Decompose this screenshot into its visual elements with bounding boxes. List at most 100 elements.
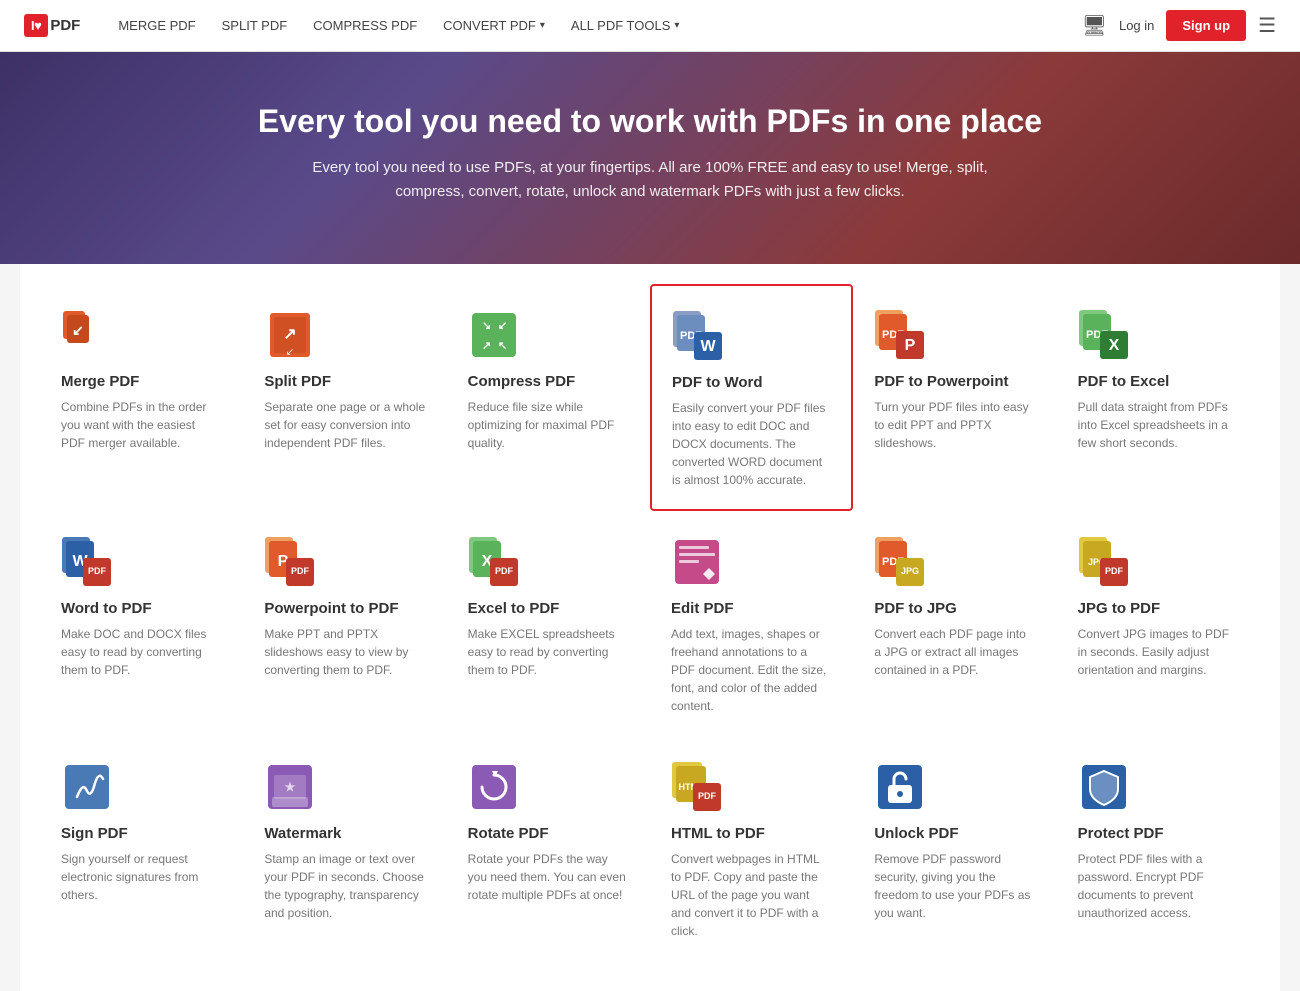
nav-item-compress[interactable]: COMPRESS PDF <box>303 12 427 39</box>
tool-desc-html-to-pdf: Convert webpages in HTML to PDF. Copy an… <box>671 850 832 940</box>
svg-text:↗: ↗ <box>284 326 297 343</box>
nav-link-split[interactable]: SPLIT PDF <box>212 12 298 39</box>
tool-icon-html-to-pdf: HTML PDF <box>671 761 723 813</box>
tool-name-sign-pdf: Sign PDF <box>61 825 222 842</box>
hamburger-icon[interactable]: ☰ <box>1258 13 1276 38</box>
tool-icon-split-pdf: ↗ ↙ <box>264 309 316 361</box>
hero-subtitle: Every tool you need to use PDFs, at your… <box>300 156 1000 204</box>
tool-card-pdf-to-excel[interactable]: PDF X PDF to ExcelPull data straight fro… <box>1057 284 1260 511</box>
signup-button[interactable]: Sign up <box>1166 10 1246 41</box>
tool-card-split-pdf[interactable]: ↗ ↙ Split PDF Separate one page or a whol… <box>243 284 446 511</box>
nav-item-all-tools[interactable]: ALL PDF TOOLS ▾ <box>561 12 690 39</box>
svg-text:↙: ↙ <box>286 347 294 358</box>
svg-text:X: X <box>1108 337 1119 354</box>
svg-text:W: W <box>700 338 716 355</box>
tool-card-excel-to-pdf[interactable]: X PDF Excel to PDF Make EXCEL spreadsheet… <box>447 511 650 736</box>
tool-name-split-pdf: Split PDF <box>264 373 425 390</box>
chevron-down-icon: ▾ <box>540 20 545 31</box>
hero-title: Every tool you need to work with PDFs in… <box>20 102 1280 140</box>
nav-link-compress[interactable]: COMPRESS PDF <box>303 12 427 39</box>
nav-right: 🖥 Log in Sign up ☰ <box>1082 10 1276 41</box>
tool-name-pdf-to-jpg: PDF to JPG <box>874 600 1035 617</box>
tool-card-rotate-pdf[interactable]: Rotate PDF Rotate your PDFs the way you n… <box>447 736 650 961</box>
tool-name-word-to-pdf: Word to PDF <box>61 600 222 617</box>
tool-name-compress-pdf: Compress PDF <box>468 373 629 390</box>
tool-card-compress-pdf[interactable]: ↘ ↙ ↗ ↖ Compress PDF Reduce file size whi… <box>447 284 650 511</box>
tool-card-merge-pdf[interactable]: ↙ ↘ Merge PDFCombine PDFs in the order y… <box>40 284 243 511</box>
tool-desc-excel-to-pdf: Make EXCEL spreadsheets easy to read by … <box>468 625 629 679</box>
svg-text:↘: ↘ <box>91 322 103 338</box>
tool-card-pdf-to-word[interactable]: PDF W PDF to Word Easily convert your PDF… <box>650 284 853 511</box>
tool-icon-pdf-to-excel: PDF X <box>1078 309 1130 361</box>
tool-desc-sign-pdf: Sign yourself or request electronic sign… <box>61 850 222 904</box>
nav-link-convert[interactable]: CONVERT PDF ▾ <box>433 12 555 39</box>
tool-card-watermark[interactable]: ★ WatermarkStamp an image or text over y… <box>243 736 446 961</box>
tool-card-sign-pdf[interactable]: Sign PDF Sign yourself or request electro… <box>40 736 243 961</box>
tool-icon-pdf-to-word: PDF W <box>672 310 724 362</box>
tool-desc-rotate-pdf: Rotate your PDFs the way you need them. … <box>468 850 629 904</box>
monitor-icon: 🖥 <box>1082 13 1107 38</box>
svg-text:PDF: PDF <box>291 566 310 576</box>
nav-item-split[interactable]: SPLIT PDF <box>212 12 298 39</box>
svg-text:JPG: JPG <box>901 566 919 576</box>
nav-link-all-tools[interactable]: ALL PDF TOOLS ▾ <box>561 12 690 39</box>
nav-links: MERGE PDF SPLIT PDF COMPRESS PDF CONVERT… <box>108 12 1081 39</box>
tool-card-powerpoint-to-pdf[interactable]: P PDF Powerpoint to PDF Make PPT and PPTX… <box>243 511 446 736</box>
tool-icon-excel-to-pdf: X PDF <box>468 536 520 588</box>
svg-text:PDF: PDF <box>495 566 514 576</box>
tool-icon-unlock-pdf <box>874 761 926 813</box>
tool-card-html-to-pdf[interactable]: HTML PDF HTML to PDF Convert webpages in … <box>650 736 853 961</box>
tool-desc-protect-pdf: Protect PDF files with a password. Encry… <box>1078 850 1239 922</box>
tool-desc-compress-pdf: Reduce file size while optimizing for ma… <box>468 398 629 452</box>
tool-name-powerpoint-to-pdf: Powerpoint to PDF <box>264 600 425 617</box>
login-button[interactable]: Log in <box>1119 18 1154 33</box>
tool-card-edit-pdf[interactable]: Edit PDF Add text, images, shapes or free… <box>650 511 853 736</box>
tool-desc-watermark: Stamp an image or text over your PDF in … <box>264 850 425 922</box>
tool-desc-split-pdf: Separate one page or a whole set for eas… <box>264 398 425 452</box>
tool-name-rotate-pdf: Rotate PDF <box>468 825 629 842</box>
svg-text:↖: ↖ <box>498 340 507 352</box>
tool-icon-word-to-pdf: W PDF <box>61 536 113 588</box>
svg-text:PDF: PDF <box>1105 566 1124 576</box>
tool-desc-edit-pdf: Add text, images, shapes or freehand ann… <box>671 625 832 715</box>
tool-desc-pdf-to-jpg: Convert each PDF page into a JPG or extr… <box>874 625 1035 679</box>
tool-name-pdf-to-powerpoint: PDF to Powerpoint <box>874 373 1035 390</box>
tool-name-html-to-pdf: HTML to PDF <box>671 825 832 842</box>
svg-text:P: P <box>905 337 916 354</box>
tool-card-pdf-to-jpg[interactable]: PDF JPG PDF to JPG Convert each PDF page … <box>853 511 1056 736</box>
svg-text:PDF: PDF <box>88 566 107 576</box>
tool-card-word-to-pdf[interactable]: W PDF Word to PDF Make DOC and DOCX files… <box>40 511 243 736</box>
nav-item-merge[interactable]: MERGE PDF <box>108 12 205 39</box>
svg-text:↗: ↗ <box>482 340 491 352</box>
tool-name-edit-pdf: Edit PDF <box>671 600 832 617</box>
tool-desc-word-to-pdf: Make DOC and DOCX files easy to read by … <box>61 625 222 679</box>
svg-text:↙: ↙ <box>498 320 507 332</box>
tool-name-unlock-pdf: Unlock PDF <box>874 825 1035 842</box>
tool-icon-pdf-to-powerpoint: PDF P <box>874 309 926 361</box>
tool-icon-pdf-to-jpg: PDF JPG <box>874 536 926 588</box>
logo[interactable]: I♥ PDF <box>24 14 80 37</box>
tool-name-jpg-to-pdf: JPG to PDF <box>1078 600 1239 617</box>
tool-icon-powerpoint-to-pdf: P PDF <box>264 536 316 588</box>
tool-name-watermark: Watermark <box>264 825 425 842</box>
tool-card-jpg-to-pdf[interactable]: JPG PDF JPG to PDFConvert JPG images to … <box>1057 511 1260 736</box>
svg-text:PDF: PDF <box>698 791 717 801</box>
tool-icon-jpg-to-pdf: JPG PDF <box>1078 536 1130 588</box>
tool-card-protect-pdf[interactable]: Protect PDFProtect PDF files with a pass… <box>1057 736 1260 961</box>
tool-name-pdf-to-word: PDF to Word <box>672 374 831 391</box>
tool-desc-pdf-to-word: Easily convert your PDF files into easy … <box>672 399 831 489</box>
tool-icon-merge-pdf: ↙ ↘ <box>61 309 113 361</box>
nav-link-merge[interactable]: MERGE PDF <box>108 12 205 39</box>
tool-card-pdf-to-powerpoint[interactable]: PDF P PDF to PowerpointTurn your PDF fil… <box>853 284 1056 511</box>
logo-pdf: PDF <box>50 17 80 34</box>
nav-item-convert[interactable]: CONVERT PDF ▾ <box>433 12 555 39</box>
svg-text:↘: ↘ <box>482 320 491 332</box>
tools-section: ↙ ↘ Merge PDFCombine PDFs in the order y… <box>20 264 1280 991</box>
svg-text:↙: ↙ <box>72 322 84 338</box>
hero-section: Every tool you need to work with PDFs in… <box>0 52 1300 264</box>
tool-name-excel-to-pdf: Excel to PDF <box>468 600 629 617</box>
tool-card-unlock-pdf[interactable]: Unlock PDF Remove PDF password security, … <box>853 736 1056 961</box>
tool-desc-unlock-pdf: Remove PDF password security, giving you… <box>874 850 1035 922</box>
tool-icon-rotate-pdf <box>468 761 520 813</box>
tool-desc-powerpoint-to-pdf: Make PPT and PPTX slideshows easy to vie… <box>264 625 425 679</box>
